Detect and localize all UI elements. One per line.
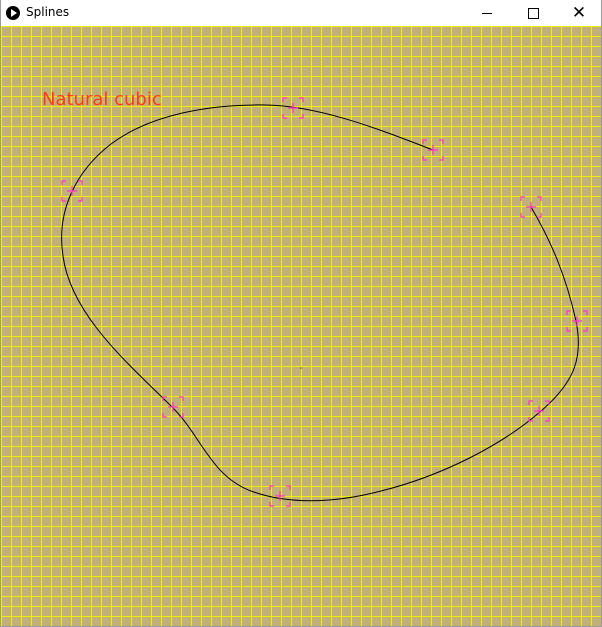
title-bar[interactable]: Splines ✕ [1, 0, 601, 26]
spline-canvas[interactable]: Natural cubic [1, 26, 601, 626]
app-window: Splines ✕ Natural cubic [0, 0, 602, 627]
close-button[interactable]: ✕ [556, 0, 602, 26]
minimize-icon [482, 12, 492, 14]
spline-type-label: Natural cubic [42, 89, 162, 110]
spline-plot[interactable] [1, 26, 601, 626]
window-title: Splines [26, 5, 70, 19]
app-play-icon [6, 6, 20, 20]
maximize-button[interactable] [510, 0, 556, 26]
grid-lines [1, 26, 601, 626]
minimize-button[interactable] [464, 0, 510, 26]
center-dot [300, 367, 302, 369]
maximize-icon [527, 7, 539, 19]
close-icon: ✕ [571, 2, 587, 23]
